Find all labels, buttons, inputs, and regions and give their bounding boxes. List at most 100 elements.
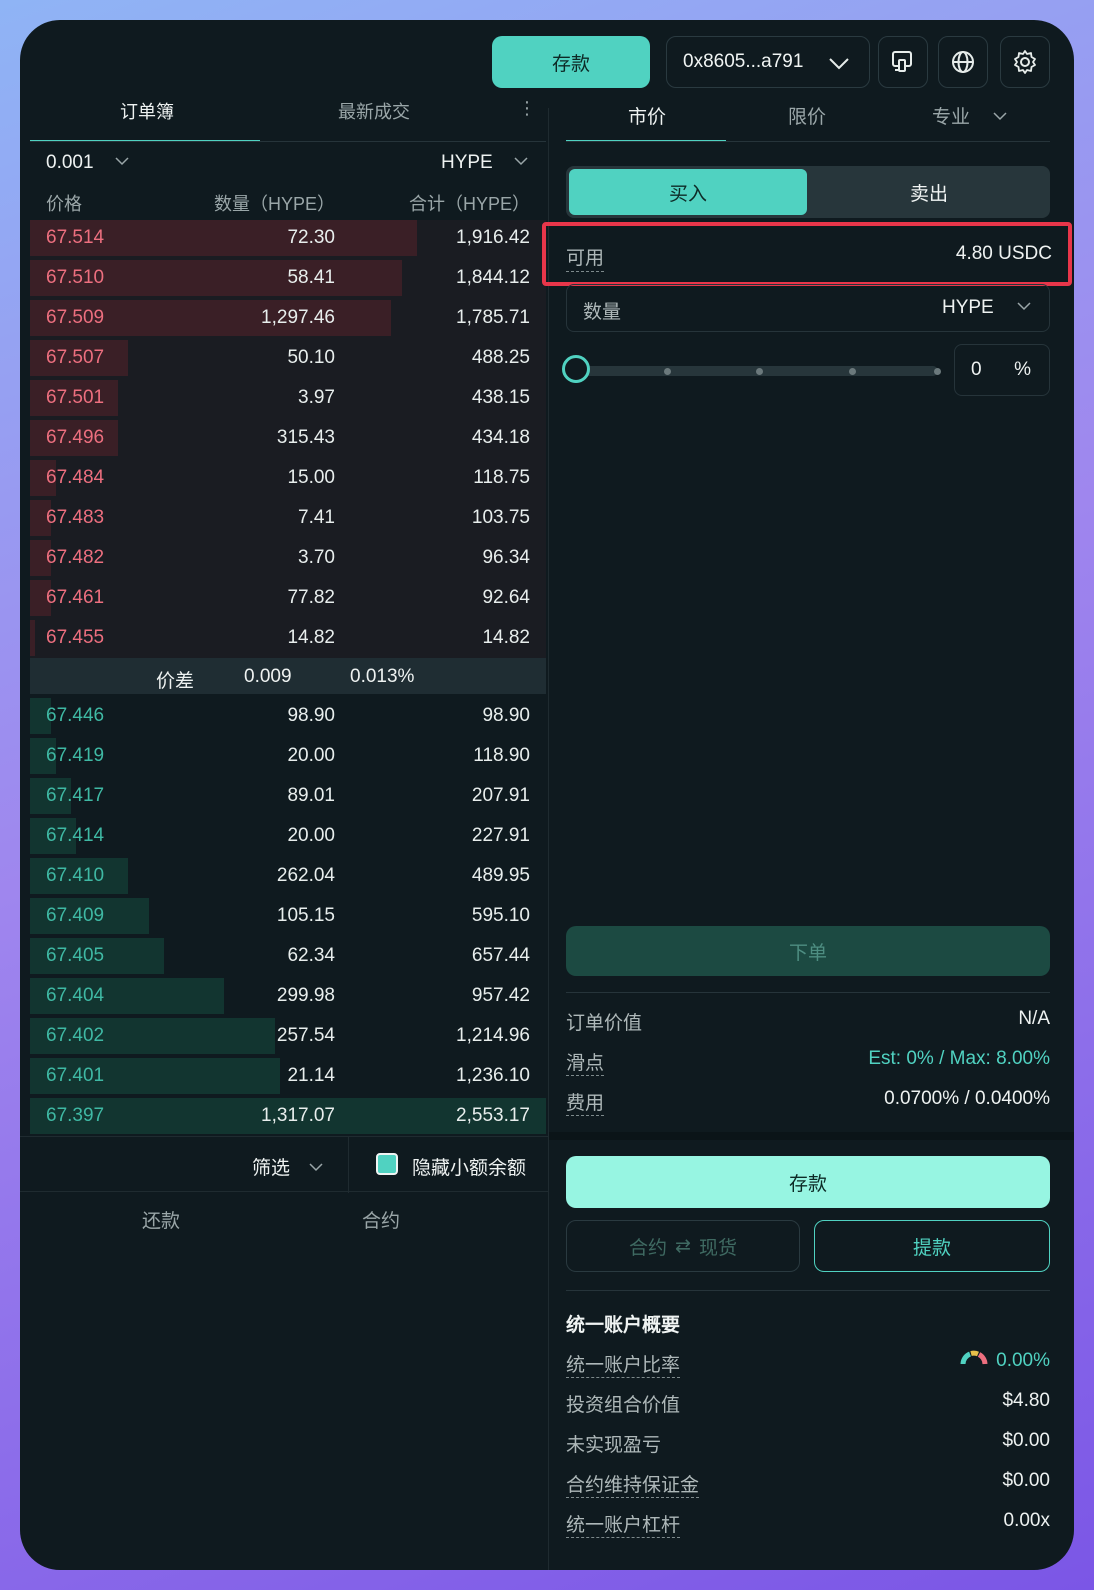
device-button[interactable] [878,36,928,88]
tab-divider [30,141,546,142]
coin-select[interactable]: HYPE [441,152,530,174]
column-price: 价格 [46,194,82,214]
slider-tick [934,368,941,375]
tick-size-select[interactable]: 0.001 [46,152,131,174]
bid-row[interactable]: 67.410 262.04 489.95 [30,857,546,895]
section-gap [549,1132,1074,1140]
chevron-down-icon [829,58,849,70]
slippage-label: 滑点 [566,1053,605,1076]
chevron-down-icon [115,157,129,166]
ask-row[interactable]: 67.514 72.30 1,916.42 [30,219,546,257]
summary-label: 统一账户杠杆 [566,1515,681,1538]
place-order-button[interactable]: 下单 [566,926,1050,976]
bid-price: 67.410 [46,865,105,886]
bid-row[interactable]: 67.405 62.34 657.44 [30,937,546,975]
ask-total: 488.25 [471,347,530,368]
tab-limit[interactable]: 限价 [788,102,826,129]
ask-total: 118.75 [473,467,530,488]
summary-value: $4.80 [1002,1390,1050,1411]
ask-size: 50.10 [287,347,335,368]
ask-row[interactable]: 67.501 3.97 438.15 [30,379,546,417]
bid-row[interactable]: 67.446 98.90 98.90 [30,697,546,735]
buy-button[interactable]: 买入 [569,169,807,215]
wallet-selector[interactable]: 0x8605...a791 [666,36,870,88]
side-toggle: 买入 卖出 [566,166,1050,218]
bid-row[interactable]: 67.417 89.01 207.91 [30,777,546,815]
fee-row: 费用 0.0700% / 0.0400% [566,1088,1050,1116]
summary-row: 统一账户杠杆 0.00x [566,1510,1050,1538]
tab-recent-trades[interactable]: 最新成交 [338,98,410,124]
bid-row[interactable]: 67.414 20.00 227.91 [30,817,546,855]
filter-select[interactable]: 筛选 [252,1153,325,1180]
bid-total: 595.10 [471,905,530,926]
ask-price: 67.501 [46,387,105,408]
ask-row[interactable]: 67.509 1,297.46 1,785.71 [30,299,546,337]
toolbar-separator [348,1137,349,1193]
transfer-button[interactable]: 合约 ⇄ 现货 [566,1220,800,1272]
order-value-label: 订单价值 [566,1013,643,1034]
bid-total: 489.95 [471,865,530,886]
bid-total: 657.44 [471,945,530,966]
ask-size: 72.30 [287,227,335,248]
ask-row[interactable]: 67.461 77.82 92.64 [30,579,546,617]
ask-row[interactable]: 67.484 15.00 118.75 [30,459,546,497]
bid-size: 299.98 [276,985,335,1006]
tab-perps[interactable]: 合约 [362,1206,400,1233]
bid-total: 957.42 [471,985,530,1006]
sell-button[interactable]: 卖出 [810,169,1048,215]
wallet-address: 0x8605...a791 [683,51,804,72]
ask-row[interactable]: 67.510 58.41 1,844.12 [30,259,546,297]
bid-row[interactable]: 67.401 21.14 1,236.10 [30,1057,546,1095]
bid-row[interactable]: 67.402 257.54 1,214.96 [30,1017,546,1055]
bid-size: 20.00 [287,825,335,846]
ask-row[interactable]: 67.507 50.10 488.25 [30,339,546,377]
fee-value: 0.0700% / 0.0400% [884,1088,1050,1109]
tab-market[interactable]: 市价 [628,102,666,129]
ask-total: 438.15 [471,387,530,408]
available-value: 4.80 USDC [955,243,1052,264]
ask-row[interactable]: 67.496 315.43 434.18 [30,419,546,457]
bid-row[interactable]: 67.404 299.98 957.42 [30,977,546,1015]
withdraw-button[interactable]: 提款 [814,1220,1050,1272]
bid-price: 67.419 [46,745,105,766]
hide-small-checkbox[interactable] [376,1153,398,1175]
column-total: 合计（HYPE） [408,194,530,214]
tab-repay[interactable]: 还款 [142,1206,180,1233]
tab-pro[interactable]: 专业 [932,102,1009,129]
ask-size: 7.41 [298,507,335,528]
chevron-down-icon [514,157,528,166]
tab-pro-label: 专业 [932,107,971,128]
header-deposit-button[interactable]: 存款 [492,36,650,88]
bid-row[interactable]: 67.397 1,317.07 2,553.17 [30,1097,546,1135]
ask-row[interactable]: 67.482 3.70 96.34 [30,539,546,577]
summary-label: 未实现盈亏 [566,1435,662,1456]
bid-total: 1,236.10 [456,1065,530,1086]
device-icon [892,51,912,72]
bid-total: 227.91 [471,825,530,846]
more-icon[interactable]: ⋮ [518,98,536,119]
bid-row[interactable]: 67.419 20.00 118.90 [30,737,546,775]
quantity-unit-select[interactable]: HYPE [942,297,1033,319]
slider-tick [849,368,856,375]
chevron-down-icon [1017,302,1031,311]
summary-value: 0.00x [1003,1510,1050,1531]
ask-price: 67.484 [46,467,105,488]
ask-row[interactable]: 67.483 7.41 103.75 [30,499,546,537]
ask-price: 67.455 [46,627,105,648]
bid-row[interactable]: 67.409 105.15 595.10 [30,897,546,935]
slider-tick [756,368,763,375]
ask-row[interactable]: 67.455 14.82 14.82 [30,619,546,657]
ask-total: 96.34 [482,547,530,568]
available-highlight: 可用 4.80 USDC [542,222,1072,286]
ask-price: 67.483 [46,507,105,528]
quantity-input[interactable]: 数量 HYPE [566,284,1050,332]
language-button[interactable] [938,36,988,88]
ask-total: 14.82 [482,627,530,648]
settings-button[interactable] [1000,36,1050,88]
size-slider[interactable] [576,366,941,376]
slippage-value: Est: 0% / Max: 8.00% [868,1048,1050,1069]
percent-input[interactable]: 0 % [954,344,1050,396]
tab-orderbook[interactable]: 订单簿 [120,98,174,124]
slider-handle[interactable] [562,355,590,383]
deposit-button[interactable]: 存款 [566,1156,1050,1208]
